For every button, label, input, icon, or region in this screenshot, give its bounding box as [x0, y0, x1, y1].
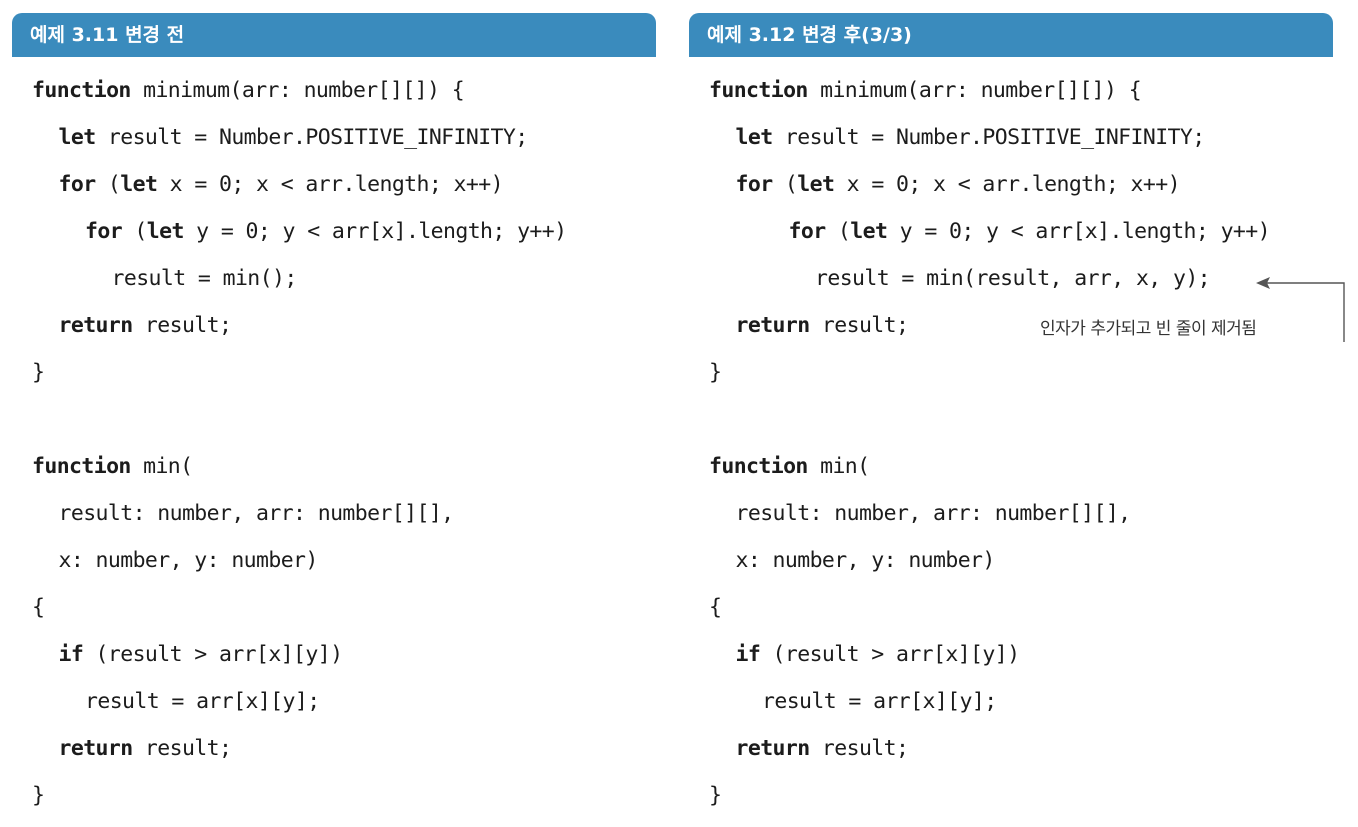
- code-line: }: [709, 780, 722, 812]
- code-keyword: for: [85, 219, 123, 244]
- code-line: if (result > arr[x][y]): [735, 639, 1021, 671]
- code-text: y = 0; y < arr[x].length; y++): [887, 219, 1271, 244]
- code-line: return result;: [59, 733, 232, 765]
- code-text: }: [709, 360, 722, 385]
- code-text: y = 0; y < arr[x].length; y++): [183, 219, 567, 244]
- code-text: x = 0; x < arr.length; x++): [834, 172, 1181, 197]
- code-text: }: [32, 360, 45, 385]
- annotation-arrow: [1256, 277, 1345, 342]
- code-line: x: number, y: number): [58, 545, 319, 577]
- code-keyword: if: [735, 642, 761, 667]
- code-line: result: number, arr: number[][],: [735, 498, 1132, 530]
- code-text: result: number, arr: number[][],: [58, 501, 455, 526]
- annotation-note: 인자가 추가되고 빈 줄이 제거됨: [1040, 319, 1257, 339]
- code-line: return result;: [736, 310, 909, 342]
- code-line: result = min();: [111, 263, 298, 295]
- code-keyword: return: [58, 736, 134, 761]
- code-line: let result = Number.POSITIVE_INFINITY;: [58, 122, 529, 154]
- code-text: {: [32, 595, 45, 620]
- code-line: return result;: [59, 310, 232, 342]
- code-text: result = Number.POSITIVE_INFINITY;: [772, 125, 1205, 150]
- code-line: for (let x = 0; x < arr.length; x++): [58, 169, 504, 201]
- code-text: result;: [132, 313, 232, 338]
- code-line: function min(: [709, 451, 870, 483]
- code-keyword: return: [58, 313, 134, 338]
- code-text: result = arr[x][y];: [85, 689, 320, 714]
- code-line: for (let y = 0; y < arr[x].length; y++): [788, 216, 1271, 248]
- code-text: min(: [807, 454, 870, 479]
- code-text: result = min();: [111, 266, 298, 291]
- code-line: }: [709, 357, 722, 389]
- code-text: result = arr[x][y];: [762, 689, 997, 714]
- code-text: }: [32, 783, 45, 808]
- code-line: function minimum(arr: number[][]) {: [709, 75, 1142, 107]
- code-text: result: number, arr: number[][],: [735, 501, 1132, 526]
- code-keyword: function: [32, 454, 131, 479]
- code-keyword: let: [735, 125, 774, 150]
- code-line: function minimum(arr: number[][]) {: [32, 75, 465, 107]
- code-line: {: [32, 592, 45, 624]
- code-text: result;: [809, 313, 909, 338]
- code-line: {: [709, 592, 722, 624]
- code-line: if (result > arr[x][y]): [58, 639, 344, 671]
- code-line: result = min(result, arr, x, y);: [815, 263, 1211, 295]
- code-line: let result = Number.POSITIVE_INFINITY;: [735, 122, 1206, 154]
- code-text: }: [709, 783, 722, 808]
- code-keyword: if: [58, 642, 84, 667]
- code-keyword: let: [797, 172, 835, 197]
- listing-title-before: 예제 3.11 변경 전: [12, 13, 656, 57]
- code-line: }: [32, 780, 45, 812]
- code-line: }: [32, 357, 45, 389]
- code-keyword: function: [32, 78, 131, 103]
- code-text: (: [772, 172, 798, 197]
- code-text: {: [709, 595, 722, 620]
- code-text: (: [122, 219, 147, 244]
- code-text: result = Number.POSITIVE_INFINITY;: [95, 125, 528, 150]
- code-keyword: return: [735, 736, 811, 761]
- code-line: result: number, arr: number[][],: [58, 498, 455, 530]
- code-text: result = min(result, arr, x, y);: [815, 266, 1211, 291]
- code-keyword: function: [709, 78, 808, 103]
- code-text: minimum(arr: number[][]) {: [130, 78, 465, 103]
- code-listing-after: 예제 3.12 변경 후(3/3) function minimum(arr: …: [689, 13, 1333, 808]
- code-text: min(: [130, 454, 193, 479]
- code-text: (: [95, 172, 121, 197]
- code-line: result = arr[x][y];: [85, 686, 320, 718]
- code-keyword: let: [850, 219, 888, 244]
- code-keyword: let: [146, 219, 185, 244]
- code-text: (result > arr[x][y]): [760, 642, 1020, 667]
- code-keyword: function: [709, 454, 808, 479]
- code-line: x: number, y: number): [735, 545, 996, 577]
- code-keyword: return: [735, 313, 811, 338]
- code-line: for (let x = 0; x < arr.length; x++): [735, 169, 1181, 201]
- code-keyword: let: [58, 125, 97, 150]
- code-listing-before: 예제 3.11 변경 전 function minimum(arr: numbe…: [12, 13, 656, 808]
- code-line: function min(: [32, 451, 193, 483]
- code-text: x = 0; x < arr.length; x++): [157, 172, 504, 197]
- annotation-leader-line: [1264, 282, 1345, 342]
- code-keyword: for: [735, 172, 774, 197]
- code-text: minimum(arr: number[][]) {: [807, 78, 1142, 103]
- code-text: x: number, y: number): [735, 548, 996, 573]
- code-text: result;: [809, 736, 909, 761]
- code-line: return result;: [736, 733, 909, 765]
- code-line: for (let y = 0; y < arr[x].length; y++): [85, 216, 567, 248]
- code-text: (: [825, 219, 851, 244]
- code-text: (result > arr[x][y]): [83, 642, 343, 667]
- code-keyword: for: [58, 172, 97, 197]
- code-keyword: let: [120, 172, 158, 197]
- code-text: x: number, y: number): [58, 548, 319, 573]
- code-line: result = arr[x][y];: [762, 686, 997, 718]
- code-text: result;: [132, 736, 232, 761]
- code-keyword: for: [788, 219, 827, 244]
- listing-title-after: 예제 3.12 변경 후(3/3): [689, 13, 1333, 57]
